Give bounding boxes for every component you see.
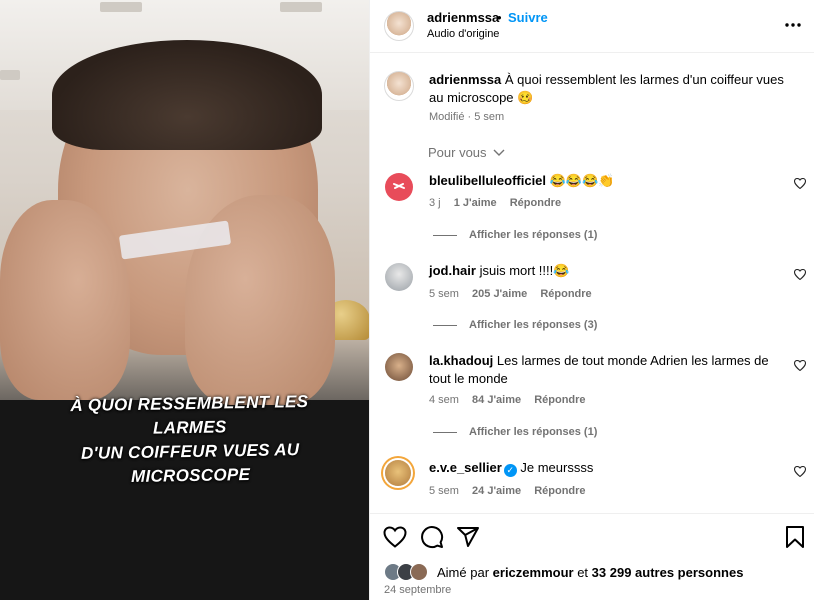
more-icon[interactable] xyxy=(784,12,802,33)
show-replies-label: Afficher les réponses (1) xyxy=(469,426,598,438)
separator-dot: • xyxy=(497,10,502,25)
comment-likes[interactable]: 84 J'aime xyxy=(472,394,521,406)
show-replies[interactable]: Afficher les réponses (3) xyxy=(433,319,597,331)
show-replies[interactable]: Afficher les réponses (1) xyxy=(433,426,597,438)
sort-label: Pour vous xyxy=(428,145,487,160)
reply-button[interactable]: Répondre xyxy=(540,288,591,300)
reply-button[interactable]: Répondre xyxy=(534,394,585,406)
like-heart-icon[interactable] xyxy=(383,525,409,551)
ceiling-light xyxy=(100,2,142,12)
video-caption-line1: À QUOI RESSEMBLENT LES LARMES xyxy=(70,391,309,438)
heart-icon[interactable] xyxy=(793,268,807,283)
liked-and: et xyxy=(577,565,589,580)
show-replies[interactable]: Afficher les réponses (1) xyxy=(433,229,597,241)
replies-line xyxy=(433,431,457,433)
comment-text: la.khadouj Les larmes de tout monde Adri… xyxy=(429,352,769,388)
liked-prefix: Aimé par xyxy=(437,565,490,580)
verified-icon: ✓ xyxy=(503,464,517,477)
caption-meta: Modifié · 5 sem xyxy=(429,111,505,123)
post-caption: adrienmssa À quoi ressemblent les larmes… xyxy=(429,71,799,107)
commenter-avatar[interactable] xyxy=(385,263,413,291)
commenter-avatar[interactable] xyxy=(385,353,413,381)
comment-meta: 3 j 1 J'aime Répondre xyxy=(429,197,561,209)
follow-button[interactable]: Suivre xyxy=(508,10,548,25)
divider xyxy=(370,513,814,514)
comment-text: e.v.e_sellier ✓ Je meurssss xyxy=(429,459,759,477)
comment-body: 😂😂😂👏 xyxy=(549,173,615,188)
heart-icon[interactable] xyxy=(793,359,807,374)
comment-icon[interactable] xyxy=(420,525,446,551)
comment-time: 3 j xyxy=(429,197,441,209)
comment-time: 5 sem xyxy=(429,485,459,497)
person-hand-left xyxy=(0,200,130,400)
comment-time: 4 sem xyxy=(429,394,459,406)
comment-likes[interactable]: 205 J'aime xyxy=(472,288,527,300)
comment-body: jsuis mort !!!!😂 xyxy=(479,263,570,278)
dragonfly-icon xyxy=(393,183,405,189)
comment-username[interactable]: e.v.e_sellier xyxy=(429,460,502,475)
caption-avatar[interactable] xyxy=(384,71,414,101)
comment-body: Je meurssss xyxy=(520,460,594,475)
heart-icon[interactable] xyxy=(793,465,807,480)
comment-meta: 4 sem 84 J'aime Répondre xyxy=(429,394,586,406)
video-caption-line2: D'UN COIFFEUR VUES AU MICROSCOPE xyxy=(80,440,300,487)
likes-summary: Aimé par ericzemmour et 33 299 autres pe… xyxy=(437,565,743,580)
bookmark-icon[interactable] xyxy=(785,525,811,551)
audio-link[interactable]: Audio d'origine xyxy=(427,28,499,40)
divider xyxy=(370,52,814,53)
comment-text: jod.hair jsuis mort !!!!😂 xyxy=(429,262,759,280)
sort-dropdown[interactable]: Pour vous xyxy=(428,145,505,160)
comment-username[interactable]: la.khadouj xyxy=(429,353,493,368)
comment-likes[interactable]: 1 J'aime xyxy=(454,197,497,209)
author-avatar[interactable] xyxy=(384,11,414,41)
reply-button[interactable]: Répondre xyxy=(510,197,561,209)
reply-button[interactable]: Répondre xyxy=(534,485,585,497)
heart-icon[interactable] xyxy=(793,177,807,192)
comment-meta: 5 sem 24 J'aime Répondre xyxy=(429,485,586,497)
post-date[interactable]: 24 septembre xyxy=(384,584,451,596)
author-username[interactable]: adrienmssa xyxy=(427,10,499,25)
replies-line xyxy=(433,324,457,326)
commenter-avatar[interactable] xyxy=(385,460,411,486)
show-replies-label: Afficher les réponses (1) xyxy=(469,229,598,241)
post-video[interactable]: À QUOI RESSEMBLENT LES LARMES D'UN COIFF… xyxy=(0,0,369,600)
share-icon[interactable] xyxy=(456,525,482,551)
liked-user[interactable]: ericzemmour xyxy=(493,565,574,580)
comment-username[interactable]: bleulibelluleofficiel xyxy=(429,173,546,188)
liked-count[interactable]: 33 299 autres personnes xyxy=(592,565,744,580)
comment-time: 5 sem xyxy=(429,288,459,300)
comment-username[interactable]: jod.hair xyxy=(429,263,476,278)
comment-text: bleulibelluleofficiel 😂😂😂👏 xyxy=(429,172,759,190)
ceiling-light xyxy=(0,70,20,80)
person-hair xyxy=(52,40,322,150)
commenter-avatar[interactable] xyxy=(385,173,413,201)
liker-avatar xyxy=(410,563,428,581)
replies-line xyxy=(433,234,457,236)
comment-meta: 5 sem 205 J'aime Répondre xyxy=(429,288,592,300)
ceiling-light xyxy=(280,2,322,12)
comment-likes[interactable]: 24 J'aime xyxy=(472,485,521,497)
video-caption: À QUOI RESSEMBLENT LES LARMES D'UN COIFF… xyxy=(39,389,341,490)
show-replies-label: Afficher les réponses (3) xyxy=(469,319,598,331)
caption-username[interactable]: adrienmssa xyxy=(429,72,501,87)
chevron-down-icon xyxy=(490,145,505,160)
